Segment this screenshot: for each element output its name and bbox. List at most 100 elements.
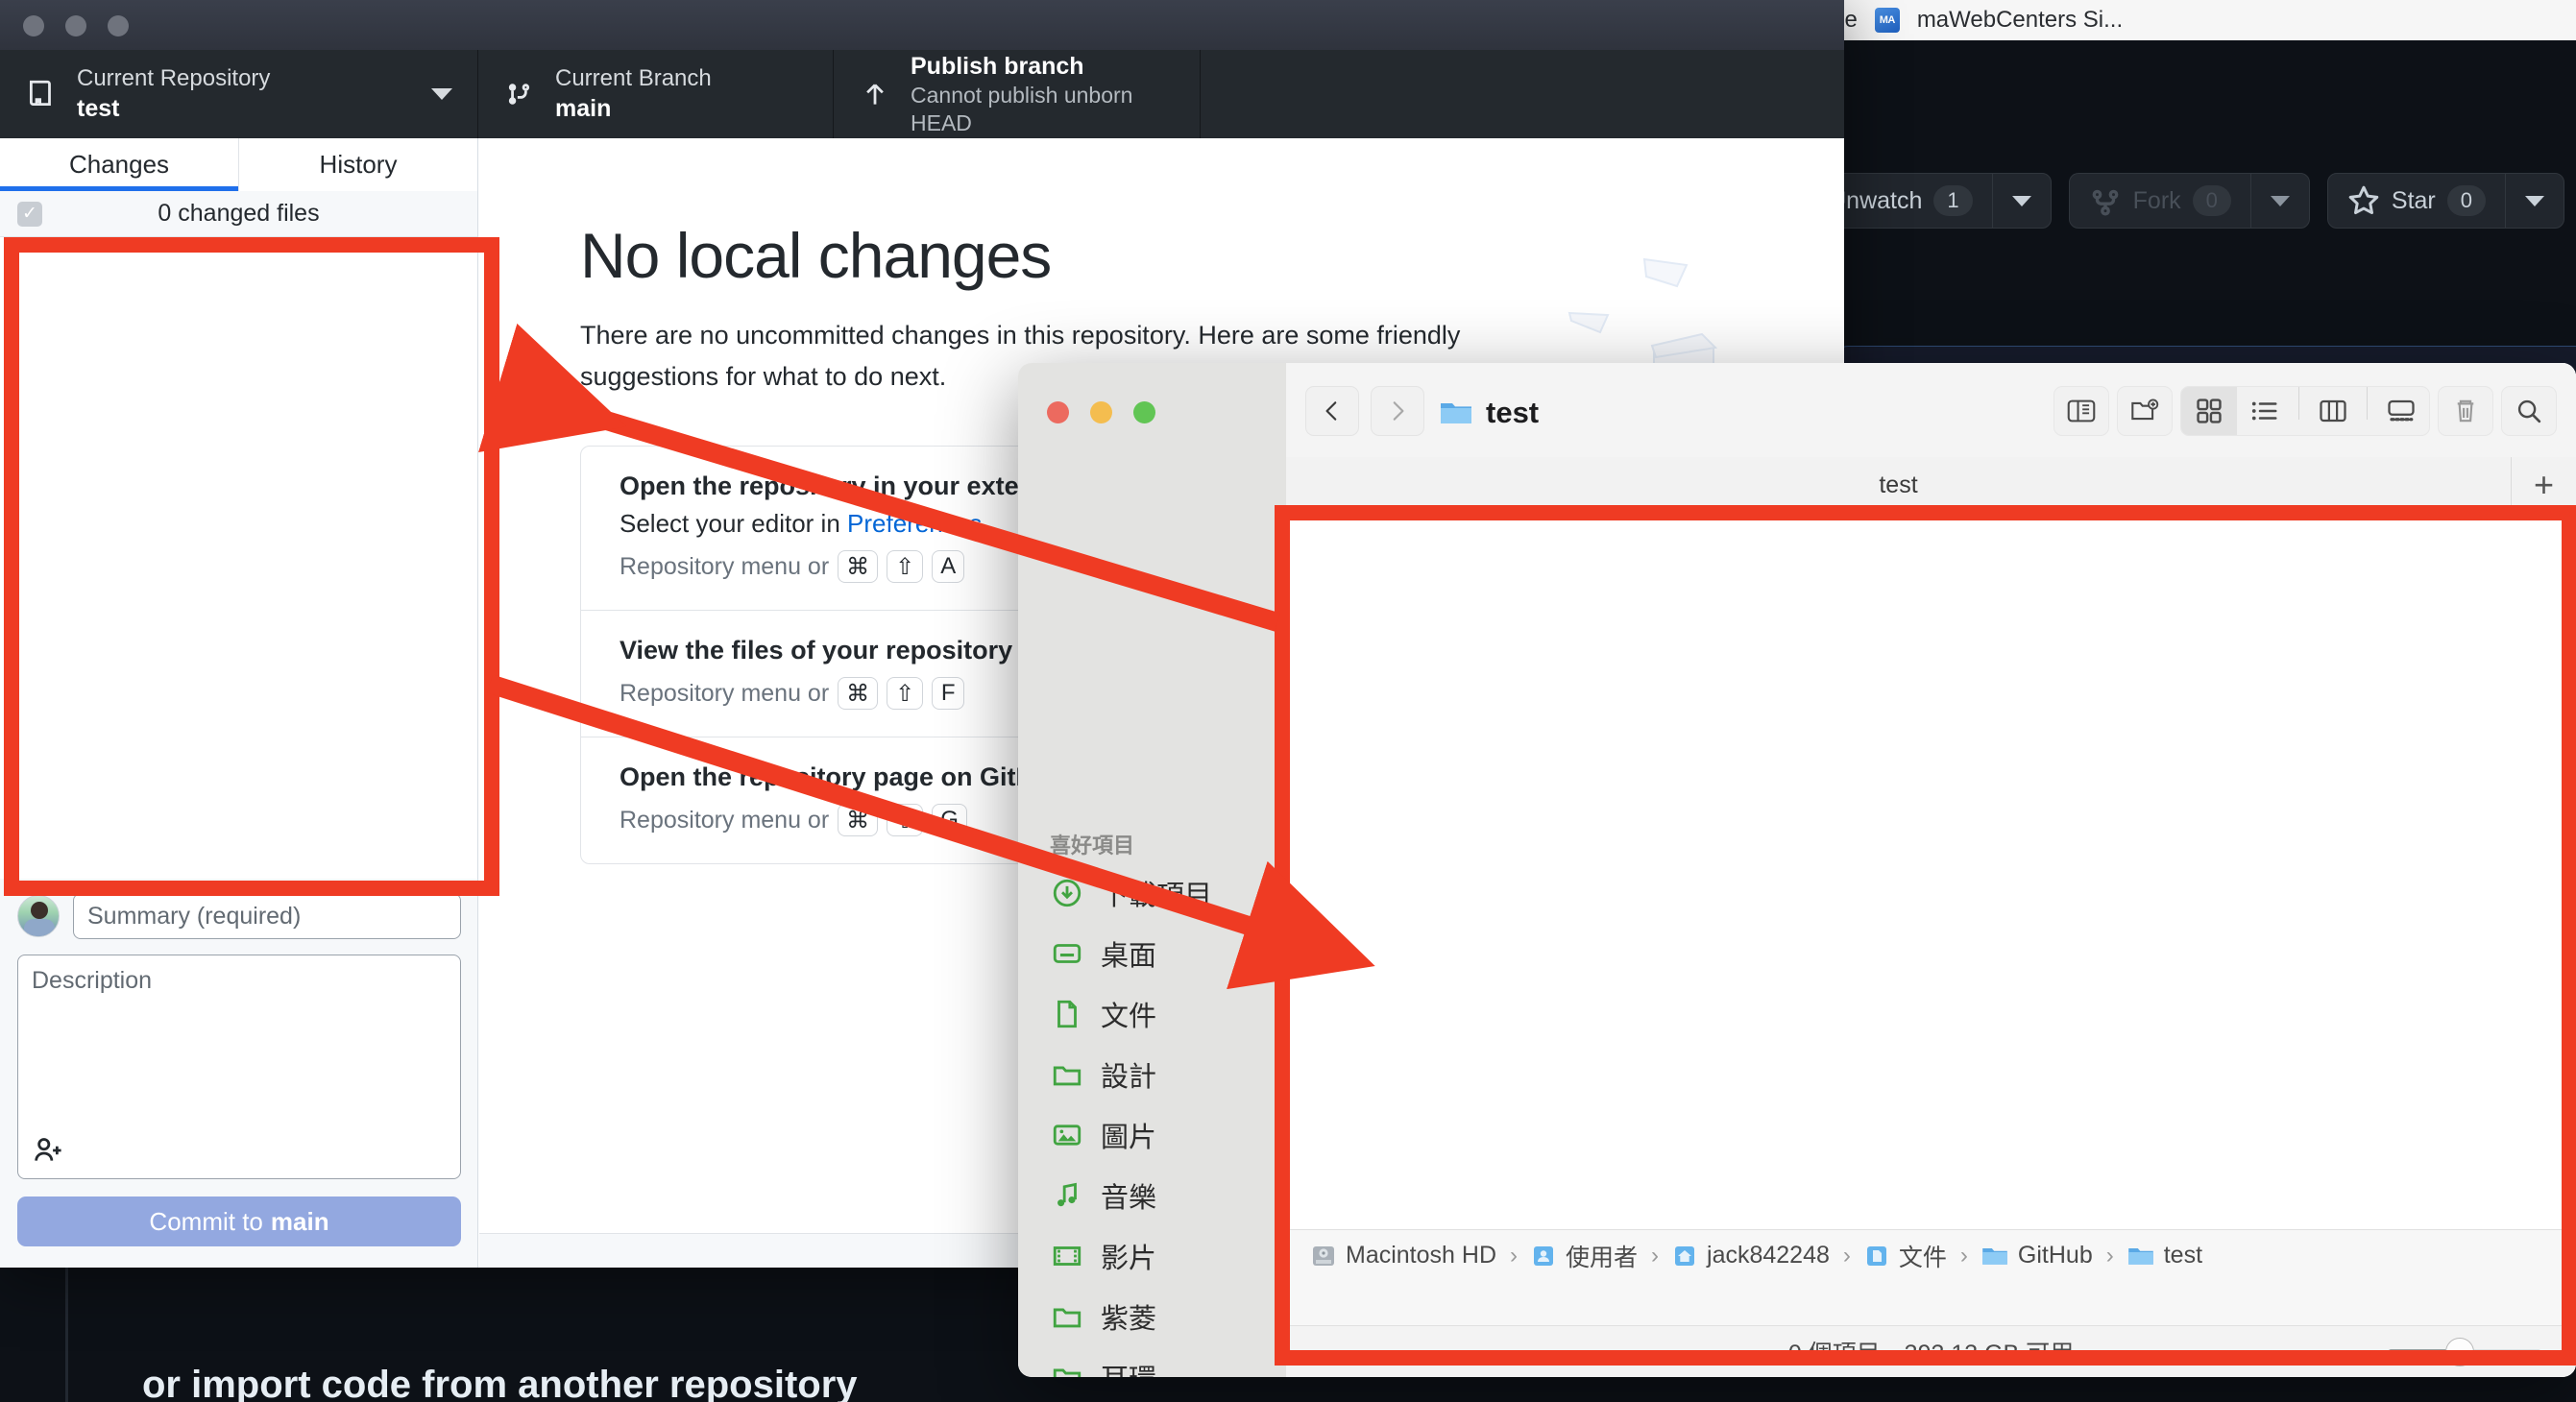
icon-view-icon	[2197, 399, 2222, 423]
chevron-down-icon	[2011, 195, 2031, 206]
finder-traffic-lights[interactable]	[1047, 401, 1155, 423]
preferences-link[interactable]: Preferences	[847, 509, 982, 538]
key-letter: F	[932, 677, 965, 710]
import-code-text: or import code from another repository	[142, 1364, 858, 1402]
toolbar-divider	[2298, 387, 2299, 420]
shortcut-label: Repository menu or	[620, 552, 830, 580]
back-button[interactable]	[1305, 386, 1359, 436]
sidebar-item-documents[interactable]: 文件	[1039, 983, 1287, 1044]
sidebar-toggle-button[interactable]	[2054, 386, 2109, 436]
finder-maximize-button[interactable]	[1133, 401, 1155, 423]
column-view-button[interactable]	[2305, 387, 2361, 435]
sidebar-item-pictures[interactable]: 圖片	[1039, 1104, 1287, 1165]
desktop-traffic-lights[interactable]	[23, 15, 129, 36]
commit-to-main-button[interactable]: Commit to main	[17, 1197, 461, 1246]
hard-drive-icon	[1313, 1245, 1334, 1266]
sidebar-item-movies[interactable]: 影片	[1039, 1225, 1287, 1286]
star-dropdown[interactable]	[2506, 174, 2564, 228]
new-folder-button[interactable]	[2117, 386, 2173, 436]
current-branch-button[interactable]: Current Branch main	[478, 50, 834, 138]
changed-files-list[interactable]	[0, 237, 477, 879]
sidebar-item-design[interactable]: 設計	[1039, 1044, 1287, 1104]
dark-band-edge	[65, 1268, 68, 1402]
movies-icon	[1053, 1245, 1081, 1266]
current-repository-button[interactable]: Current Repository test	[0, 50, 478, 138]
sidebar-item-downloads[interactable]: 下載項目	[1039, 862, 1287, 923]
publish-branch-button[interactable]: Publish branch Cannot publish unborn HEA…	[834, 50, 1201, 138]
finder-tab-test[interactable]: test	[1286, 457, 2511, 513]
add-person-icon[interactable]	[32, 1134, 64, 1167]
sidebar-item-music[interactable]: 音樂	[1039, 1165, 1287, 1225]
search-button[interactable]	[2501, 386, 2557, 436]
finder-minimize-button[interactable]	[1090, 401, 1112, 423]
path-crumb-5[interactable]: test	[2127, 1242, 2202, 1269]
commit-button-prefix: Commit to	[149, 1206, 263, 1236]
sidebar-item-earring[interactable]: 耳環	[1039, 1346, 1287, 1377]
commit-summary-placeholder: Summary (required)	[87, 902, 302, 930]
commit-description-placeholder: Description	[32, 967, 153, 994]
tab-changes[interactable]: Changes	[0, 138, 239, 191]
new-folder-icon	[2131, 399, 2159, 421]
path-crumb-2[interactable]: jack842248	[1672, 1242, 1830, 1269]
slider-knob[interactable]	[2445, 1338, 2474, 1366]
forward-chevron-icon	[1393, 401, 1404, 421]
column-view-icon	[2320, 399, 2346, 423]
path-separator: ›	[1651, 1242, 1660, 1269]
path-crumb-0[interactable]: Macintosh HD	[1311, 1242, 1496, 1269]
finder-tab-bar: test +	[1286, 457, 2576, 513]
pictures-icon	[1053, 1124, 1081, 1146]
trash-button[interactable]	[2438, 386, 2493, 436]
path-crumb-3[interactable]: 文件	[1864, 1239, 1947, 1273]
tab-history-label: History	[319, 150, 398, 179]
gallery-view-icon	[2388, 399, 2415, 422]
path-crumb-label: Macintosh HD	[1346, 1242, 1496, 1269]
sidebar-item-desktop[interactable]: 桌面	[1039, 923, 1287, 983]
key-command: ⌘	[838, 550, 879, 583]
view-mode-group	[2180, 386, 2430, 436]
browser-tab-label-1[interactable]: maWebCenters Si...	[1917, 7, 2123, 34]
branch-icon	[508, 84, 530, 105]
finder-close-button[interactable]	[1047, 401, 1069, 423]
desktop-toolbar: Current Repository test Current Branch m…	[0, 50, 1844, 138]
finder-toolbar-icons	[2054, 386, 2557, 436]
icon-view-button[interactable]	[2181, 387, 2237, 435]
key-letter: G	[932, 804, 967, 836]
current-branch-label: Current Branch	[555, 64, 712, 91]
commit-summary-input[interactable]: Summary (required)	[73, 893, 461, 939]
finder-status-bar: 0 個項目，393.13 GB 可用	[1286, 1325, 2576, 1377]
path-crumb-4[interactable]: GitHub	[1981, 1242, 2093, 1269]
icon-size-slider[interactable]	[2388, 1338, 2541, 1366]
list-view-button[interactable]	[2237, 387, 2293, 435]
unwatch-dropdown[interactable]	[1993, 174, 2051, 228]
path-crumb-label: 文件	[1898, 1244, 1947, 1271]
forward-button[interactable]	[1371, 386, 1424, 436]
commit-description-input[interactable]: Description	[17, 955, 461, 1179]
tab-history[interactable]: History	[239, 138, 477, 191]
new-tab-button[interactable]: +	[2511, 457, 2576, 513]
maximize-button[interactable]	[108, 15, 129, 36]
select-all-checkbox[interactable]: ✓	[17, 201, 42, 227]
close-button[interactable]	[23, 15, 44, 36]
browser-tabs[interactable]: Tube MA maWebCenters Si...	[1806, 0, 2123, 40]
suggestion-sub-prefix: Select your editor in	[620, 509, 848, 538]
gallery-view-button[interactable]	[2373, 387, 2429, 435]
sidebar-item-ziling[interactable]: 紫菱	[1039, 1286, 1287, 1346]
documents-icon	[1057, 1000, 1077, 1027]
finder-file-grid[interactable]	[1286, 513, 2576, 1229]
unwatch-count: 1	[1933, 185, 1973, 216]
music-icon	[1057, 1182, 1077, 1206]
fork-icon	[2092, 189, 2118, 216]
star-button[interactable]: Star 0	[2326, 173, 2564, 229]
minimize-button[interactable]	[65, 15, 86, 36]
path-separator: ›	[1842, 1242, 1851, 1269]
fork-label: Fork	[2132, 186, 2181, 214]
fork-dropdown[interactable]	[2251, 174, 2309, 228]
commit-button-branch: main	[270, 1206, 329, 1236]
finder-path-bar: Macintosh HD › 使用者 › jack842248 › 文件 › G…	[1286, 1229, 2576, 1281]
fork-button[interactable]: Fork 0	[2068, 173, 2310, 229]
finder-sidebar-items: 下載項目 桌面 文件 設計 圖片 音樂 影片 紫菱	[1039, 862, 1287, 1377]
finder-sidebar: 喜好項目 下載項目 桌面 文件 設計 圖片 音樂 影片 紫菱	[1018, 363, 1286, 1377]
sidebar-item-label: 圖片	[1101, 1122, 1157, 1153]
path-crumb-1[interactable]: 使用者	[1531, 1239, 1638, 1273]
documents-folder-icon	[1866, 1245, 1886, 1266]
